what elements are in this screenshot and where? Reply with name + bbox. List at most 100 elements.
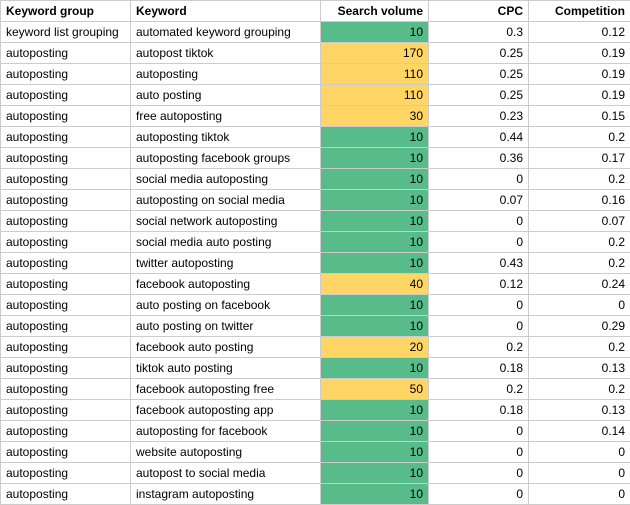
cell-competition[interactable]: 0.19 — [529, 64, 630, 85]
cell-competition[interactable]: 0 — [529, 442, 630, 463]
cell-competition[interactable]: 0.16 — [529, 190, 630, 211]
cell-competition[interactable]: 0.2 — [529, 379, 630, 400]
cell-group[interactable]: autoposting — [1, 400, 131, 421]
cell-volume[interactable]: 110 — [321, 64, 429, 85]
cell-keyword[interactable]: website autoposting — [131, 442, 321, 463]
cell-volume[interactable]: 10 — [321, 211, 429, 232]
cell-group[interactable]: autoposting — [1, 211, 131, 232]
cell-group[interactable]: autoposting — [1, 253, 131, 274]
cell-cpc[interactable]: 0.25 — [429, 85, 529, 106]
cell-keyword[interactable]: social network autoposting — [131, 211, 321, 232]
cell-competition[interactable]: 0.13 — [529, 400, 630, 421]
cell-keyword[interactable]: autopost to social media — [131, 463, 321, 484]
cell-group[interactable]: autoposting — [1, 148, 131, 169]
cell-group[interactable]: autoposting — [1, 127, 131, 148]
cell-competition[interactable]: 0 — [529, 463, 630, 484]
cell-competition[interactable]: 0.2 — [529, 253, 630, 274]
cell-group[interactable]: autoposting — [1, 274, 131, 295]
cell-cpc[interactable]: 0.07 — [429, 190, 529, 211]
cell-keyword[interactable]: autoposting facebook groups — [131, 148, 321, 169]
cell-group[interactable]: keyword list grouping — [1, 22, 131, 43]
cell-volume[interactable]: 10 — [321, 22, 429, 43]
cell-group[interactable]: autoposting — [1, 484, 131, 505]
cell-group[interactable]: autoposting — [1, 316, 131, 337]
cell-volume[interactable]: 10 — [321, 421, 429, 442]
cell-competition[interactable]: 0.19 — [529, 85, 630, 106]
cell-volume[interactable]: 10 — [321, 169, 429, 190]
cell-keyword[interactable]: autoposting tiktok — [131, 127, 321, 148]
cell-cpc[interactable]: 0.25 — [429, 43, 529, 64]
cell-group[interactable]: autoposting — [1, 85, 131, 106]
cell-cpc[interactable]: 0 — [429, 421, 529, 442]
cell-cpc[interactable]: 0 — [429, 211, 529, 232]
cell-keyword[interactable]: auto posting on facebook — [131, 295, 321, 316]
cell-volume[interactable]: 10 — [321, 148, 429, 169]
cell-group[interactable]: autoposting — [1, 421, 131, 442]
cell-volume[interactable]: 10 — [321, 232, 429, 253]
cell-cpc[interactable]: 0 — [429, 442, 529, 463]
cell-group[interactable]: autoposting — [1, 106, 131, 127]
cell-volume[interactable]: 10 — [321, 358, 429, 379]
cell-volume[interactable]: 20 — [321, 337, 429, 358]
cell-keyword[interactable]: autoposting on social media — [131, 190, 321, 211]
cell-keyword[interactable]: facebook autoposting app — [131, 400, 321, 421]
cell-cpc[interactable]: 0 — [429, 463, 529, 484]
cell-cpc[interactable]: 0.18 — [429, 400, 529, 421]
cell-competition[interactable]: 0.2 — [529, 169, 630, 190]
cell-competition[interactable]: 0.2 — [529, 337, 630, 358]
cell-keyword[interactable]: twitter autoposting — [131, 253, 321, 274]
cell-cpc[interactable]: 0 — [429, 484, 529, 505]
cell-volume[interactable]: 170 — [321, 43, 429, 64]
cell-volume[interactable]: 10 — [321, 442, 429, 463]
cell-keyword[interactable]: autopost tiktok — [131, 43, 321, 64]
cell-cpc[interactable]: 0.43 — [429, 253, 529, 274]
cell-cpc[interactable]: 0.44 — [429, 127, 529, 148]
cell-keyword[interactable]: autoposting for facebook — [131, 421, 321, 442]
cell-competition[interactable]: 0.2 — [529, 127, 630, 148]
cell-keyword[interactable]: autoposting — [131, 64, 321, 85]
cell-keyword[interactable]: automated keyword grouping — [131, 22, 321, 43]
cell-competition[interactable]: 0.17 — [529, 148, 630, 169]
cell-cpc[interactable]: 0 — [429, 316, 529, 337]
cell-cpc[interactable]: 0.2 — [429, 379, 529, 400]
cell-group[interactable]: autoposting — [1, 379, 131, 400]
cell-volume[interactable]: 110 — [321, 85, 429, 106]
cell-keyword[interactable]: facebook auto posting — [131, 337, 321, 358]
cell-volume[interactable]: 30 — [321, 106, 429, 127]
cell-cpc[interactable]: 0.3 — [429, 22, 529, 43]
cell-keyword[interactable]: facebook autoposting free — [131, 379, 321, 400]
cell-cpc[interactable]: 0.36 — [429, 148, 529, 169]
cell-volume[interactable]: 10 — [321, 484, 429, 505]
cell-volume[interactable]: 10 — [321, 400, 429, 421]
cell-competition[interactable]: 0.13 — [529, 358, 630, 379]
cell-keyword[interactable]: instagram autoposting — [131, 484, 321, 505]
cell-volume[interactable]: 10 — [321, 127, 429, 148]
cell-competition[interactable]: 0.2 — [529, 232, 630, 253]
cell-cpc[interactable]: 0 — [429, 295, 529, 316]
cell-competition[interactable]: 0.12 — [529, 22, 630, 43]
cell-cpc[interactable]: 0.18 — [429, 358, 529, 379]
cell-volume[interactable]: 10 — [321, 463, 429, 484]
cell-keyword[interactable]: social media autoposting — [131, 169, 321, 190]
cell-competition[interactable]: 0.24 — [529, 274, 630, 295]
cell-volume[interactable]: 10 — [321, 316, 429, 337]
cell-group[interactable]: autoposting — [1, 64, 131, 85]
cell-keyword[interactable]: social media auto posting — [131, 232, 321, 253]
cell-group[interactable]: autoposting — [1, 442, 131, 463]
cell-volume[interactable]: 10 — [321, 253, 429, 274]
cell-cpc[interactable]: 0 — [429, 169, 529, 190]
cell-cpc[interactable]: 0.23 — [429, 106, 529, 127]
cell-group[interactable]: autoposting — [1, 358, 131, 379]
cell-competition[interactable]: 0.19 — [529, 43, 630, 64]
cell-competition[interactable]: 0.07 — [529, 211, 630, 232]
cell-keyword[interactable]: auto posting — [131, 85, 321, 106]
cell-competition[interactable]: 0 — [529, 295, 630, 316]
cell-group[interactable]: autoposting — [1, 43, 131, 64]
cell-volume[interactable]: 10 — [321, 295, 429, 316]
cell-volume[interactable]: 40 — [321, 274, 429, 295]
cell-keyword[interactable]: tiktok auto posting — [131, 358, 321, 379]
cell-group[interactable]: autoposting — [1, 232, 131, 253]
cell-cpc[interactable]: 0.2 — [429, 337, 529, 358]
cell-competition[interactable]: 0.14 — [529, 421, 630, 442]
cell-group[interactable]: autoposting — [1, 463, 131, 484]
